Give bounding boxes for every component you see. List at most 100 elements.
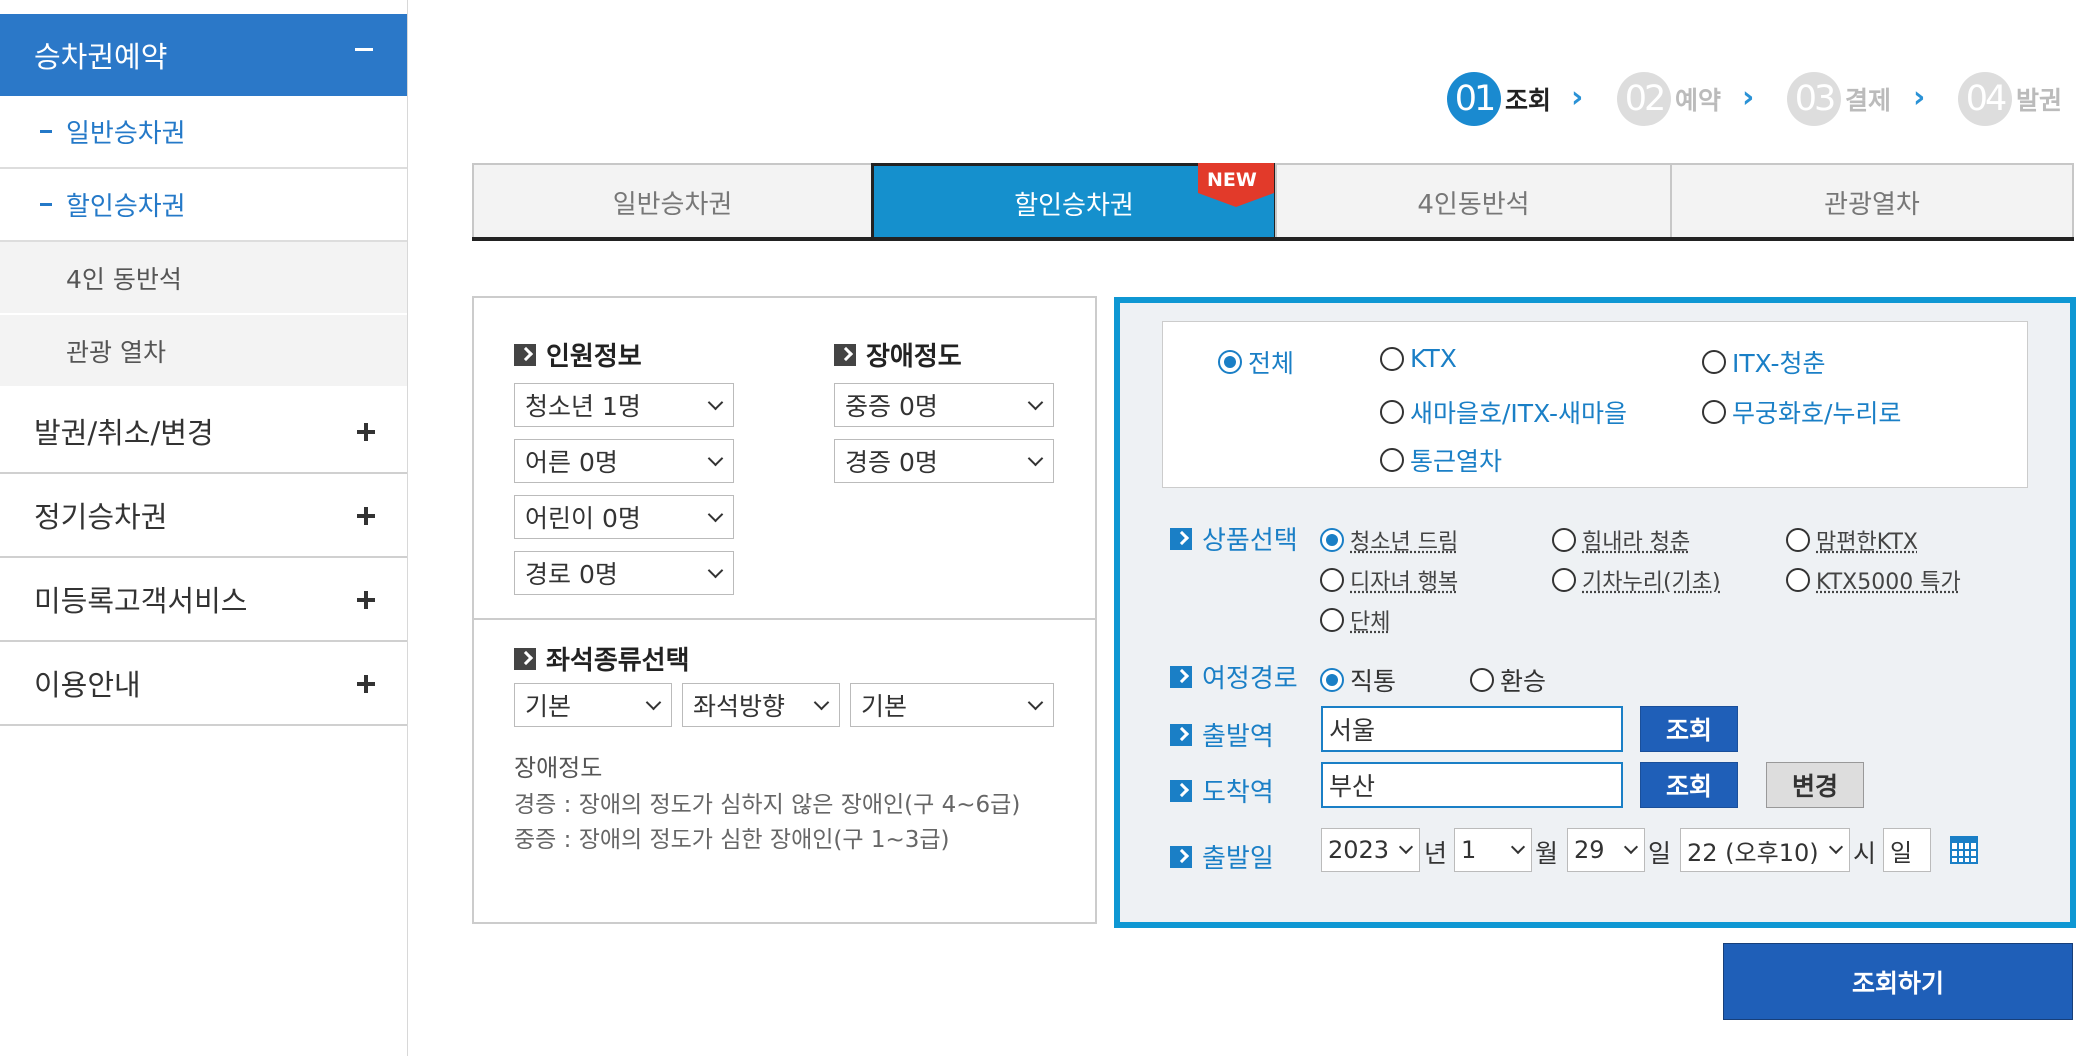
radio-label: 디자녀 행복 [1350, 570, 1459, 595]
arrow-right-icon [1170, 779, 1192, 802]
product-gicha-nuri-radio[interactable]: 기차누리(기초) [1552, 564, 1721, 596]
departure-station-input[interactable]: 서울 [1321, 706, 1623, 752]
year-select[interactable]: 2023 [1321, 828, 1420, 872]
select-value: 어른 0명 [525, 448, 618, 477]
arrival-search-button[interactable]: 조회 [1640, 762, 1738, 808]
product-group-radio[interactable]: 단체 [1320, 604, 1390, 636]
radio-icon [1380, 448, 1404, 472]
sidebar-item-family-seat[interactable]: 4인 동반석 [0, 242, 407, 315]
step-number: 01 [1447, 72, 1501, 126]
departure-label: 출발역 [1170, 716, 1274, 753]
tab-general-ticket[interactable]: 일반승차권 [472, 163, 873, 241]
step-search: 01 조회 [1447, 72, 1551, 126]
radio-label: 환승 [1500, 667, 1547, 696]
adult-count-select[interactable]: 어른 0명 [514, 439, 734, 483]
sidebar-group-season-ticket[interactable]: 정기승차권 [0, 474, 407, 558]
radio-icon [1320, 568, 1344, 592]
radio-icon [1702, 350, 1726, 374]
expand-icon [357, 675, 375, 693]
train-type-saemaeul-radio[interactable]: 새마을호/ITX-새마을 [1380, 394, 1627, 430]
arrow-right-icon [1170, 723, 1192, 746]
sidebar-group-guide[interactable]: 이용안내 [0, 642, 407, 726]
calendar-icon[interactable] [1950, 836, 1978, 864]
train-type-ktx-radio[interactable]: KTX [1380, 344, 1457, 373]
product-teen-dream-radio[interactable]: 청소년 드림 [1320, 524, 1458, 556]
radio-label: 직통 [1350, 667, 1397, 696]
sidebar-group-label: 발권/취소/변경 [34, 416, 214, 450]
train-type-itx-cheongchun-radio[interactable]: ITX-청춘 [1702, 344, 1826, 380]
tab-label: 관광열차 [1824, 189, 1920, 220]
product-cheer-youth-radio[interactable]: 힘내라 청춘 [1552, 524, 1690, 556]
severe-count-select[interactable]: 중증 0명 [834, 383, 1054, 427]
day-select[interactable]: 29 [1567, 828, 1645, 872]
tab-label: 할인승차권 [1014, 191, 1134, 221]
search-submit-button[interactable]: 조회하기 [1723, 943, 2073, 1020]
step-payment: 03 결제 [1787, 72, 1891, 126]
step-label: 예약 [1675, 86, 1722, 115]
radio-label: KTX5000 특가 [1816, 570, 1961, 595]
radio-label: 힘내라 청춘 [1582, 530, 1691, 555]
seat-direction-select[interactable]: 좌석방향 [682, 683, 840, 727]
train-type-commuter-radio[interactable]: 통근열차 [1380, 442, 1502, 478]
chevron-down-icon [1510, 839, 1526, 855]
chevron-down-icon [645, 694, 662, 711]
chevron-down-icon [1027, 694, 1044, 711]
sidebar: 승차권예약 일반승차권 할인승차권 4인 동반석 관광 열차 발권/취소/변경 … [0, 0, 408, 1056]
train-type-all-radio[interactable]: 전체 [1218, 344, 1294, 380]
mild-count-select[interactable]: 경증 0명 [834, 439, 1054, 483]
sidebar-item-general-ticket[interactable]: 일반승차권 [0, 96, 407, 169]
chevron-down-icon [1027, 394, 1044, 411]
sidebar-group-guest-service[interactable]: 미등록고객서비스 [0, 558, 407, 642]
senior-count-select[interactable]: 경로 0명 [514, 551, 734, 595]
select-value: 경로 0명 [525, 560, 618, 589]
radio-label: KTX [1410, 344, 1457, 373]
tab-label: 일반승차권 [612, 189, 733, 220]
radio-icon [1320, 608, 1344, 632]
radio-icon [1786, 568, 1810, 592]
radio-label: 통근열차 [1410, 447, 1503, 476]
chevron-down-icon [707, 506, 724, 523]
arrival-station-input[interactable]: 부산 [1321, 762, 1623, 808]
route-direct-radio[interactable]: 직통 [1320, 662, 1396, 698]
teen-count-select[interactable]: 청소년 1명 [514, 383, 734, 427]
radio-icon [1552, 568, 1576, 592]
radio-label: 새마을호/ITX-새마을 [1410, 399, 1627, 428]
label-text: 도착역 [1202, 778, 1274, 808]
expand-icon [357, 507, 375, 525]
tab-family-seat[interactable]: 4인동반석 [1275, 163, 1672, 241]
sidebar-item-discount-ticket[interactable]: 할인승차권 [0, 169, 407, 242]
departure-search-button[interactable]: 조회 [1640, 706, 1738, 752]
label-text: 여정경로 [1202, 664, 1298, 694]
seat-option-select[interactable]: 기본 [850, 683, 1054, 727]
chevron-right-icon: › [1742, 80, 1755, 115]
step-number: 04 [1958, 72, 2012, 126]
hour-select[interactable]: 22 (오후10) [1680, 828, 1850, 872]
sidebar-item-label: 할인승차권 [66, 192, 186, 222]
arrow-right-icon [1170, 845, 1192, 868]
step-number: 02 [1617, 72, 1671, 126]
seat-type-select[interactable]: 기본 [514, 683, 672, 727]
sidebar-group-ticketing[interactable]: 발권/취소/변경 [0, 390, 407, 474]
sidebar-item-tour-train[interactable]: 관광 열차 [0, 315, 407, 388]
train-type-mugunghwa-radio[interactable]: 무궁화호/누리로 [1702, 394, 1901, 430]
month-select[interactable]: 1 [1454, 828, 1532, 872]
year-unit: 년 [1424, 839, 1448, 868]
new-badge: NEW [1198, 163, 1274, 207]
select-value: 22 (오후10) [1687, 838, 1819, 867]
product-multi-child-radio[interactable]: 디자녀 행복 [1320, 564, 1458, 596]
swap-stations-button[interactable]: 변경 [1766, 762, 1864, 808]
radio-label: 무궁화호/누리로 [1732, 399, 1902, 428]
arrow-right-icon [514, 343, 536, 366]
tab-underline [472, 237, 2074, 241]
sidebar-header-reservation[interactable]: 승차권예약 [0, 14, 407, 96]
radio-label: 전체 [1248, 349, 1295, 378]
route-transfer-radio[interactable]: 환승 [1470, 662, 1546, 698]
select-value: 경증 0명 [845, 448, 938, 477]
select-value: 어린이 0명 [525, 504, 641, 533]
product-ktx5000-radio[interactable]: KTX5000 특가 [1786, 564, 1961, 596]
tab-tour-train[interactable]: 관광열차 [1670, 163, 2074, 241]
chevron-down-icon [813, 694, 830, 711]
arrow-right-icon [834, 343, 856, 366]
child-count-select[interactable]: 어린이 0명 [514, 495, 734, 539]
product-comfort-ktx-radio[interactable]: 맘편한KTX [1786, 524, 1918, 556]
